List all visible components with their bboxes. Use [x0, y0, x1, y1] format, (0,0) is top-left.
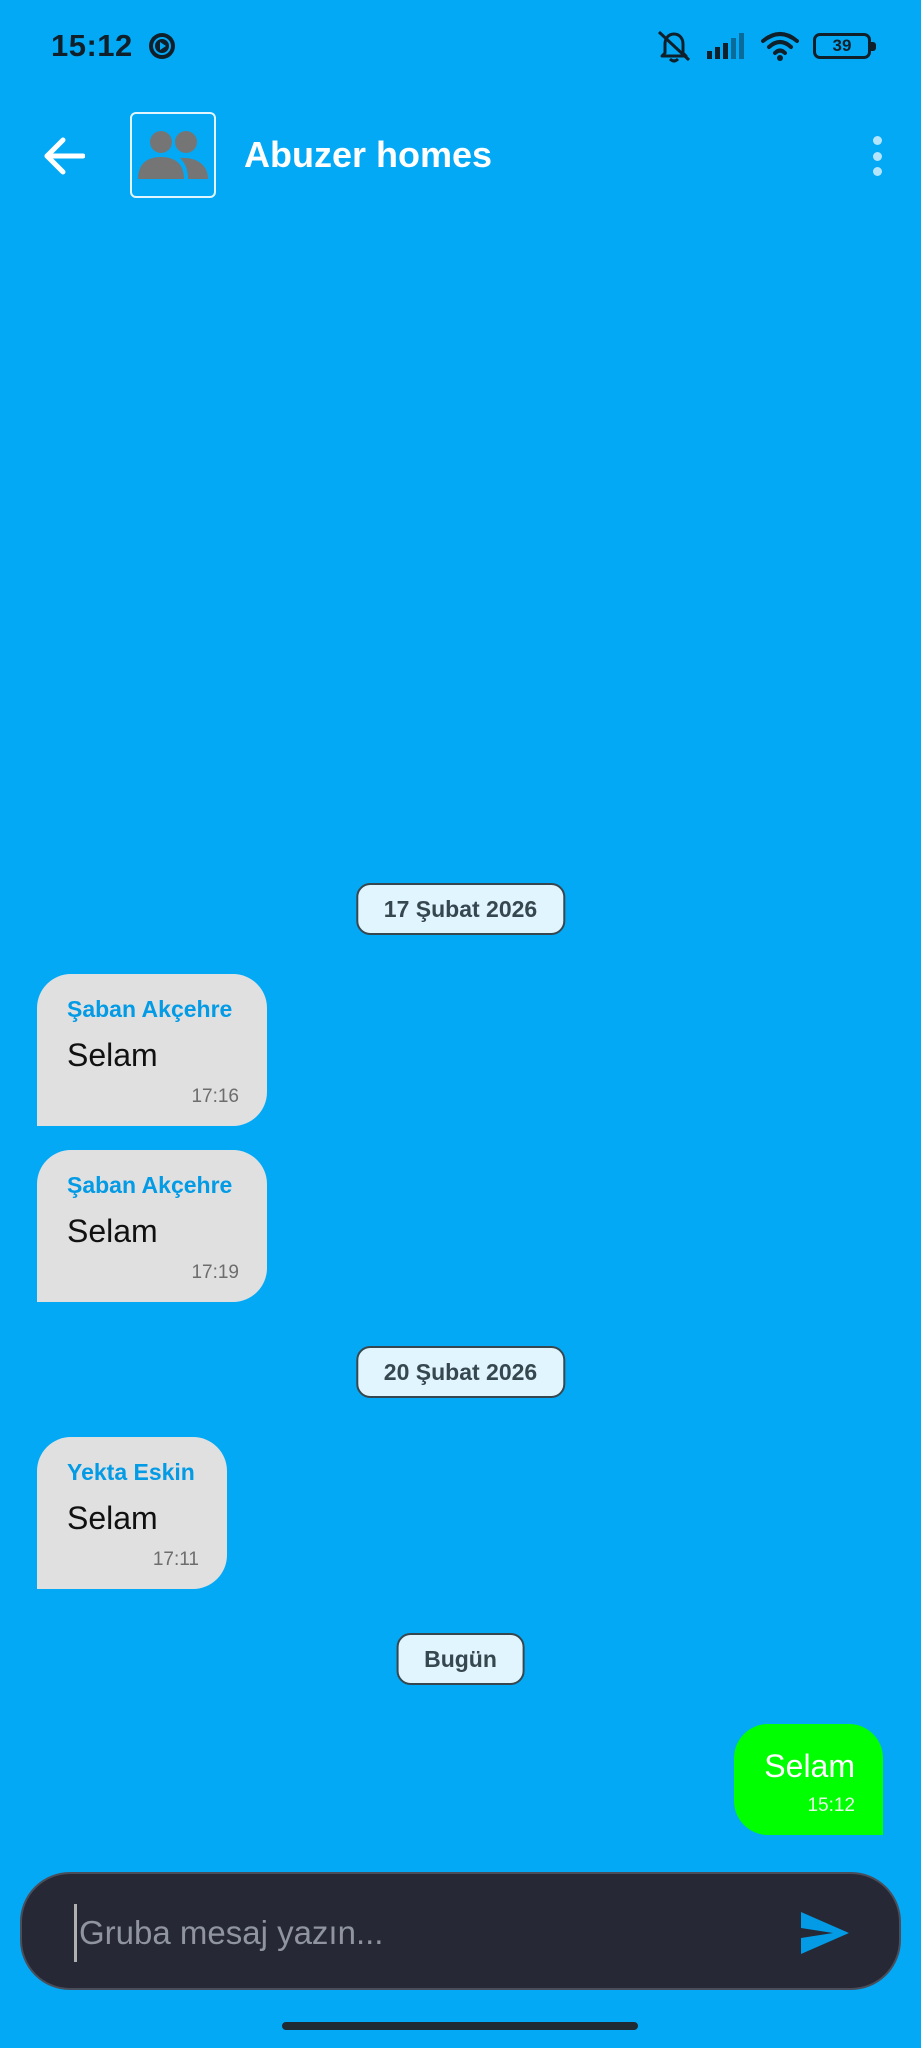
sender-name: Şaban Akçehre [67, 1172, 233, 1198]
group-avatar[interactable] [130, 112, 216, 198]
message-text: Selam [764, 1748, 855, 1784]
message-time: 17:11 [152, 1549, 199, 1570]
battery-icon: 39 [813, 33, 876, 59]
more-vertical-icon [872, 136, 882, 145]
sender-name: Şaban Akçehre [67, 996, 233, 1022]
message-time: 17:19 [191, 1262, 239, 1283]
media-playing-icon [149, 33, 175, 59]
status-time: 15:12 [51, 28, 133, 63]
home-indicator[interactable] [282, 2022, 638, 2030]
chat-header: Abuzer homes [0, 110, 921, 200]
date-divider: Bugün [396, 1633, 525, 1685]
message-time: 17:16 [191, 1086, 239, 1107]
mute-icon [657, 30, 691, 63]
message-text: Selam [67, 1037, 158, 1073]
message-composer [20, 1872, 901, 1990]
signal-icon [707, 33, 744, 59]
battery-level: 39 [832, 36, 852, 55]
message-input[interactable] [74, 1904, 754, 1962]
message-text: Selam [67, 1213, 158, 1249]
group-icon [138, 131, 208, 179]
status-bar: 15:12 39 [0, 0, 921, 92]
chat-screen: 15:12 39 Abuzer homes 17 Şubat 2026 Şaba… [0, 0, 921, 2048]
message-text: Selam [67, 1500, 158, 1536]
outgoing-message[interactable]: Selam 15:12 [734, 1724, 883, 1835]
incoming-message[interactable]: Şaban Akçehre Selam 17:16 [37, 974, 267, 1126]
arrow-left-icon [44, 137, 85, 175]
menu-dot [872, 151, 882, 161]
sender-name: Yekta Eskin [67, 1459, 195, 1485]
more-options-button[interactable] [863, 132, 891, 180]
date-divider: 20 Şubat 2026 [355, 1346, 566, 1398]
wifi-icon [761, 32, 799, 61]
chat-title[interactable]: Abuzer homes [244, 134, 492, 176]
message-time: 15:12 [807, 1795, 855, 1816]
date-divider: 17 Şubat 2026 [355, 883, 566, 935]
send-button[interactable] [799, 1910, 851, 1956]
back-button[interactable] [38, 130, 90, 182]
status-icons: 39 [655, 28, 876, 64]
incoming-message[interactable]: Yekta Eskin Selam 17:11 [37, 1437, 227, 1589]
send-icon [801, 1912, 849, 1954]
incoming-message[interactable]: Şaban Akçehre Selam 17:19 [37, 1150, 267, 1302]
menu-dot [872, 167, 882, 176]
